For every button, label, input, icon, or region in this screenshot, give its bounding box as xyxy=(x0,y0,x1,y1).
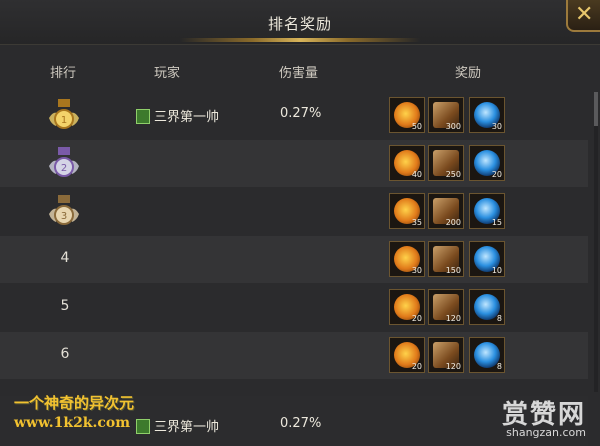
reward-item[interactable]: 30 xyxy=(469,97,505,133)
reward-count: 250 xyxy=(445,170,461,179)
reward-item[interactable]: 300 xyxy=(428,97,464,133)
bronze-medal-icon: 3 xyxy=(46,194,82,230)
reward-count: 20 xyxy=(411,362,422,371)
gold-medal-icon: 1 xyxy=(46,98,82,134)
rank-number: 6 xyxy=(60,346,70,362)
watermark-url: www.1k2k.com xyxy=(14,415,131,431)
reward-item[interactable]: 150 xyxy=(428,241,464,277)
reward-item[interactable]: 8 xyxy=(469,337,505,373)
rank-number: 5 xyxy=(60,298,70,314)
reward-item[interactable]: 8 xyxy=(469,289,505,325)
table-row: 3 35 200 15 xyxy=(0,188,588,235)
table-row: 4 30 150 10 xyxy=(0,236,588,283)
reward-count: 10 xyxy=(491,266,502,275)
close-icon: ✕ xyxy=(575,2,594,27)
reward-count: 30 xyxy=(411,266,422,275)
title-ornament xyxy=(180,38,420,42)
header-reward: 奖励 xyxy=(455,66,482,81)
reward-item[interactable]: 30 xyxy=(389,241,425,277)
reward-item[interactable]: 40 xyxy=(389,145,425,181)
reward-count: 40 xyxy=(411,170,422,179)
reward-item[interactable]: 20 xyxy=(469,145,505,181)
reward-item[interactable]: 35 xyxy=(389,193,425,229)
close-button[interactable]: ✕ xyxy=(566,0,600,32)
my-rank-player: 三界第一帅 xyxy=(136,416,219,435)
reward-count: 200 xyxy=(445,218,461,227)
reward-count: 50 xyxy=(411,122,422,131)
table-row: 2 40 250 20 xyxy=(0,140,588,187)
scrollbar-thumb[interactable] xyxy=(594,92,598,126)
header-player: 玩家 xyxy=(154,66,181,81)
reward-item[interactable]: 120 xyxy=(428,289,464,325)
reward-item[interactable]: 10 xyxy=(469,241,505,277)
title-bar: 排名奖励 xyxy=(0,0,600,45)
svg-text:2: 2 xyxy=(61,163,67,174)
damage-value: 0.27% xyxy=(280,106,322,121)
panel-title: 排名奖励 xyxy=(267,15,332,33)
reward-count: 30 xyxy=(491,122,502,131)
player-name: 三界第一帅 xyxy=(136,106,219,125)
reward-count: 8 xyxy=(496,362,502,371)
rank-number: 4 xyxy=(60,250,70,266)
svg-text:1: 1 xyxy=(61,115,67,126)
watermark-text: 一个神奇的异次元 xyxy=(14,394,135,412)
player-flag-icon xyxy=(136,419,150,434)
reward-count: 35 xyxy=(411,218,422,227)
reward-item[interactable]: 15 xyxy=(469,193,505,229)
scrollbar[interactable] xyxy=(594,92,598,392)
reward-item[interactable]: 250 xyxy=(428,145,464,181)
reward-item[interactable]: 200 xyxy=(428,193,464,229)
table-header: 排行 玩家 伤害量 奖励 xyxy=(0,62,580,82)
reward-count: 15 xyxy=(491,218,502,227)
table-row: 5 20 120 8 xyxy=(0,284,588,331)
table-row: 6 20 120 8 xyxy=(0,332,588,379)
header-rank: 排行 xyxy=(50,66,77,81)
reward-item[interactable]: 20 xyxy=(389,289,425,325)
reward-count: 150 xyxy=(445,266,461,275)
reward-count: 300 xyxy=(445,122,461,131)
ranking-reward-panel: 排名奖励 ✕ 排行 玩家 伤害量 奖励 1 三界第一帅 0.27% 50 300 30 … xyxy=(0,0,600,446)
reward-count: 120 xyxy=(445,314,461,323)
watermark-logo-url: shangzan.com xyxy=(506,426,586,439)
table-row: 1 三界第一帅 0.27% 50 300 30 xyxy=(0,92,588,139)
reward-item[interactable]: 120 xyxy=(428,337,464,373)
reward-count: 120 xyxy=(445,362,461,371)
header-damage: 伤害量 xyxy=(279,66,319,81)
reward-count: 20 xyxy=(491,170,502,179)
reward-count: 8 xyxy=(496,314,502,323)
svg-text:3: 3 xyxy=(61,211,67,222)
reward-item[interactable]: 20 xyxy=(389,337,425,373)
reward-count: 20 xyxy=(411,314,422,323)
player-flag-icon xyxy=(136,109,150,124)
my-rank-damage: 0.27% xyxy=(280,416,322,431)
reward-item[interactable]: 50 xyxy=(389,97,425,133)
silver-medal-icon: 2 xyxy=(46,146,82,182)
